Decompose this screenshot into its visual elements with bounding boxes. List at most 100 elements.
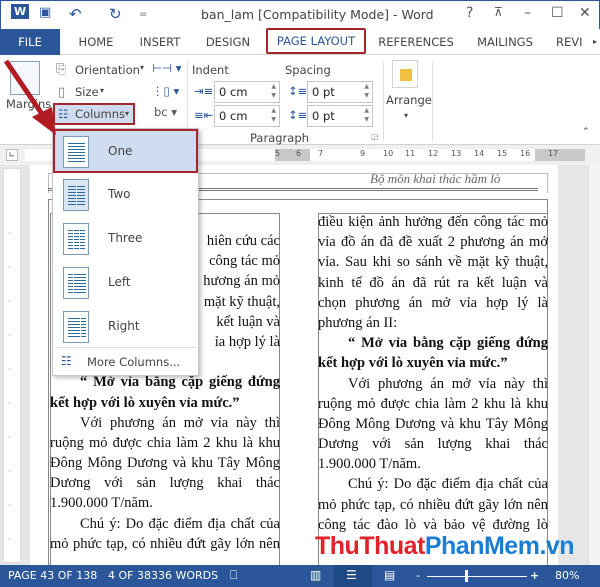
help-button[interactable]: ? bbox=[466, 5, 473, 21]
text-line: chọn phương án mở vỉa hợp lý là bbox=[318, 294, 548, 311]
text-line: ruộng mỏ được chia làm 2 khu là khu bbox=[318, 395, 548, 412]
ruler-tick-label: 7 bbox=[318, 149, 324, 158]
vertical-scrollbar[interactable] bbox=[560, 165, 600, 565]
vertical-ruler-tick: · bbox=[8, 365, 11, 374]
ruler-tick-label: 10 bbox=[383, 149, 394, 158]
tab-file[interactable]: FILE bbox=[0, 29, 60, 55]
tab-home[interactable]: HOME bbox=[66, 29, 126, 55]
text-line: mỏ phức tạp, có nhiều đứt gãy lớn nên bbox=[318, 496, 548, 513]
ruler-tick-label: 9 bbox=[360, 149, 366, 158]
ruler-tick-label: 16 bbox=[520, 149, 531, 158]
paragraph-dialog-launcher-icon[interactable]: ◲ bbox=[371, 132, 379, 141]
text-line: vỉa đồ án đã đề xuất 2 phương án mở bbox=[318, 234, 548, 251]
text-line: 1.900.000 T/năm. bbox=[318, 456, 421, 473]
ruler-tick-label: 11 bbox=[405, 149, 416, 158]
text-line: Đông Mông Dương và khu Tây Mông bbox=[50, 455, 280, 472]
ribbon-display-options-icon[interactable]: ⊼ bbox=[494, 5, 503, 19]
text-line: kinh tế đồ án đã rút ra kết luận và bbox=[318, 274, 548, 291]
columns-option-label: Three bbox=[108, 231, 143, 245]
web-layout-icon[interactable]: ▤ bbox=[384, 568, 395, 582]
word-count[interactable]: 4 OF 38336 WORDS bbox=[108, 569, 218, 582]
columns-option-three[interactable]: Three bbox=[55, 218, 197, 260]
text-line: 1.900.000 T/năm. bbox=[50, 495, 153, 512]
columns-option-right[interactable]: Right bbox=[55, 306, 197, 348]
columns-two-icon bbox=[63, 179, 89, 211]
zoom-level[interactable]: 80% bbox=[555, 569, 579, 582]
customize-qat-icon[interactable]: = bbox=[139, 9, 147, 20]
orientation-button[interactable]: Orientation bbox=[75, 63, 140, 77]
tab-page-layout[interactable]: PAGE LAYOUT bbox=[266, 28, 366, 54]
proofing-icon[interactable]: ⎕ bbox=[230, 568, 237, 583]
vertical-ruler-tick: · bbox=[8, 535, 11, 544]
undo-icon[interactable]: ↶ bbox=[69, 5, 82, 23]
redo-icon[interactable]: ↻ bbox=[109, 5, 122, 23]
columns-option-left[interactable]: Left bbox=[55, 262, 197, 304]
columns-option-two[interactable]: Two bbox=[55, 174, 197, 216]
paragraph-group-label: Paragraph bbox=[250, 131, 309, 145]
tab-references[interactable]: REFERENCES bbox=[376, 29, 456, 55]
text-line: Với phương án mở vỉa này thì bbox=[348, 375, 548, 392]
maximize-button[interactable]: ☐ bbox=[551, 5, 564, 21]
columns-option-label: Left bbox=[108, 275, 131, 289]
text-line: ruộng mỏ được chia làm 2 khu là khu bbox=[50, 434, 280, 451]
more-columns-label: More Columns... bbox=[87, 355, 181, 369]
ruler-tick-label: 14 bbox=[474, 149, 485, 158]
indent-right-icon: ≡⇤ bbox=[194, 108, 214, 122]
line-numbers-icon[interactable]: ⋮▯ ▾ bbox=[152, 84, 179, 98]
vertical-ruler-tick: · bbox=[8, 467, 11, 476]
indent-left-input[interactable]: 0 cm ▲ ▼ bbox=[214, 81, 280, 103]
more-columns-item[interactable]: ☷ More Columns... bbox=[55, 351, 196, 373]
spacing-label: Spacing bbox=[285, 63, 331, 77]
collapse-ribbon-icon[interactable]: ⌃ bbox=[582, 127, 590, 137]
indent-right-input[interactable]: 0 cm ▲ ▼ bbox=[214, 105, 280, 127]
close-button[interactable]: ✕ bbox=[579, 5, 591, 21]
columns-three-icon bbox=[63, 223, 89, 255]
zoom-out-button[interactable]: - bbox=[416, 569, 420, 582]
indent-label: Indent bbox=[192, 63, 229, 77]
zoom-slider[interactable] bbox=[427, 576, 527, 577]
vertical-ruler-tick: · bbox=[8, 229, 11, 238]
window-title: ban_lam [Compatibility Mode] - Word bbox=[201, 7, 434, 22]
arrange-button[interactable]: Arrange bbox=[386, 93, 432, 107]
ruler-tick-label: 5 bbox=[275, 149, 281, 158]
vertical-ruler-tick: · bbox=[8, 433, 11, 442]
tab-review[interactable]: REVI bbox=[556, 29, 592, 55]
page-count[interactable]: PAGE 43 OF 138 bbox=[8, 569, 97, 582]
scroll-tabs-right-icon[interactable]: ▸ bbox=[590, 29, 600, 55]
right-column: điều kiện ảnh hưởng đến công tác mỏ vỉa đ… bbox=[318, 212, 548, 535]
text-line: điều kiện ảnh hưởng đến công tác mỏ bbox=[318, 214, 548, 230]
arrange-icon bbox=[392, 60, 418, 88]
zoom-in-button[interactable]: + bbox=[530, 569, 539, 582]
spacing-after-input[interactable]: 0 pt ▲ ▼ bbox=[307, 105, 373, 127]
size-button[interactable]: Size bbox=[75, 85, 99, 99]
ruler-tick-label: 17 bbox=[548, 149, 559, 158]
hyphenation-icon[interactable]: bc ▾ bbox=[154, 105, 177, 119]
vertical-ruler-tick: · bbox=[8, 501, 11, 510]
tab-mailings[interactable]: MAILINGS bbox=[472, 29, 538, 55]
tab-design[interactable]: DESIGN bbox=[198, 29, 258, 55]
columns-option-label: Right bbox=[108, 319, 140, 333]
print-layout-button[interactable]: ☰ bbox=[334, 565, 372, 587]
tab-selector-icon[interactable]: ∟ bbox=[6, 149, 18, 161]
page-header-text: Bộ môn khai thác hầm lò bbox=[370, 171, 501, 186]
spacing-before-input[interactable]: 0 pt ▲ ▼ bbox=[307, 81, 373, 103]
ruler-tick-label: 12 bbox=[428, 149, 439, 158]
print-layout-icon: ☰ bbox=[346, 568, 357, 582]
columns-option-one[interactable]: One bbox=[53, 129, 198, 173]
ruler-tick-label: 13 bbox=[451, 149, 462, 158]
tab-insert[interactable]: INSERT bbox=[130, 29, 190, 55]
text-line: vỉa. Sau khi so sánh về mặt kỹ thuật, bbox=[318, 254, 548, 271]
ribbon-tabs: FILE HOME INSERT DESIGN PAGE LAYOUT REFE… bbox=[0, 28, 600, 55]
ruler-tick-label: 6 bbox=[296, 149, 302, 158]
red-arrow-annotation bbox=[3, 59, 56, 135]
text-line: Đông Mông Dương và khu Tây Mông bbox=[318, 415, 548, 432]
text-line: Chú ý: Do đặc điểm địa chất của bbox=[348, 476, 548, 493]
save-icon[interactable]: ▣ bbox=[39, 5, 51, 20]
spacing-after-icon: ↕≡ bbox=[288, 108, 308, 122]
breaks-icon[interactable]: ⊢⊣ ▾ bbox=[152, 61, 181, 75]
vertical-ruler-tick: · bbox=[8, 263, 11, 272]
zoom-slider-thumb[interactable] bbox=[465, 570, 468, 582]
read-mode-icon[interactable]: ▥ bbox=[310, 568, 321, 582]
minimize-button[interactable]: – bbox=[524, 5, 531, 21]
vertical-ruler[interactable]: ··········· bbox=[3, 168, 21, 578]
